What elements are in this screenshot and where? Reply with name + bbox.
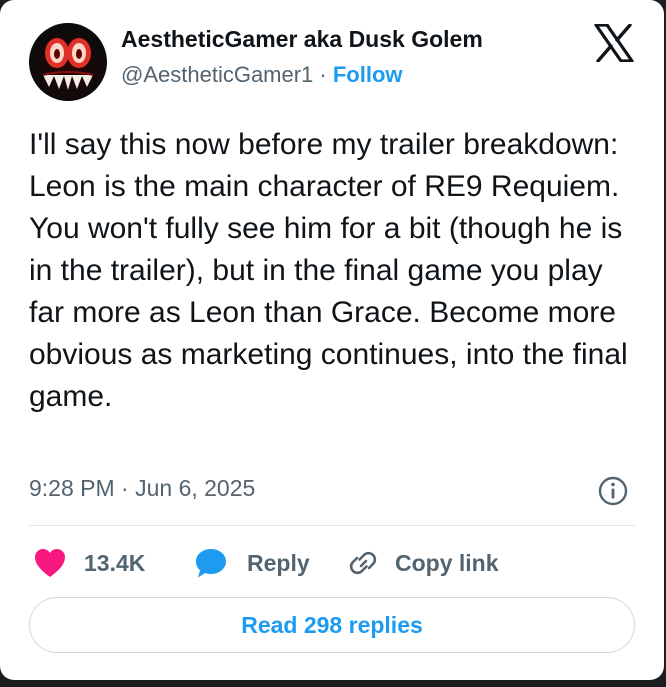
avatar[interactable] <box>29 23 107 101</box>
author-handle-line: @AestheticGamer1 · Follow <box>121 62 403 88</box>
follow-button[interactable]: Follow <box>333 62 403 87</box>
reply-label: Reply <box>247 549 310 576</box>
handle-separator: · <box>313 62 333 87</box>
link-icon <box>349 551 377 575</box>
tweet-text: I'll say this now before my trailer brea… <box>29 128 628 413</box>
author-display-name[interactable]: AestheticGamer aka Dusk Golem <box>121 26 483 53</box>
tweet-timestamp[interactable]: 9:28 PM · Jun 6, 2025 <box>29 475 255 502</box>
copy-link-button[interactable]: Copy link <box>347 545 499 581</box>
copy-link-label: Copy link <box>395 549 499 576</box>
reply-button[interactable]: Reply <box>194 545 310 581</box>
monster-face-icon <box>42 38 94 90</box>
heart-icon <box>35 549 65 577</box>
divider <box>29 525 635 526</box>
reply-bubble-icon <box>196 549 226 578</box>
like-count: 13.4K <box>84 549 146 576</box>
read-replies-button[interactable]: Read 298 replies <box>29 597 635 653</box>
author-handle[interactable]: @AestheticGamer1 <box>121 62 313 87</box>
info-icon[interactable] <box>597 475 629 507</box>
like-button[interactable]: 13.4K <box>34 545 145 581</box>
x-logo-icon[interactable] <box>594 24 634 62</box>
tweet-card: AestheticGamer aka Dusk Golem @Aesthetic… <box>0 0 664 680</box>
